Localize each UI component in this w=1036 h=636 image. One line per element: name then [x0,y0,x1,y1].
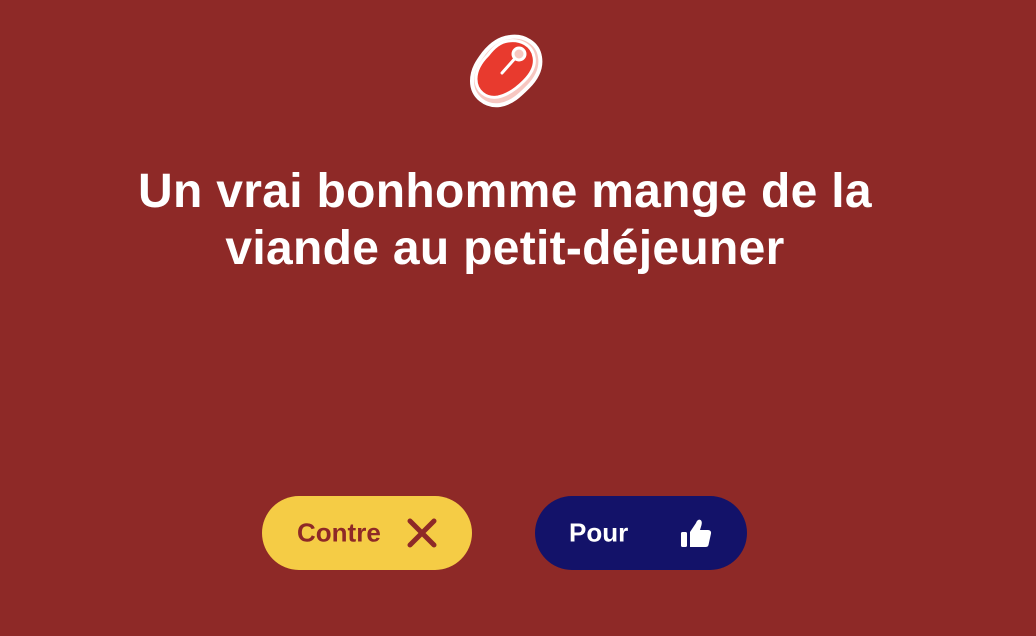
close-x-icon [407,518,437,548]
against-button-label: Contre [297,517,381,548]
against-button[interactable]: Contre [262,496,472,570]
statement-card: Un vrai bonhomme mange de la viande au p… [0,0,1036,636]
meat-steak-icon [470,34,543,108]
thumbs-up-icon [681,519,712,547]
statement-text: Un vrai bonhomme mange de la viande au p… [138,165,872,275]
for-button-label: Pour [569,517,629,548]
for-button[interactable]: Pour [535,496,747,570]
